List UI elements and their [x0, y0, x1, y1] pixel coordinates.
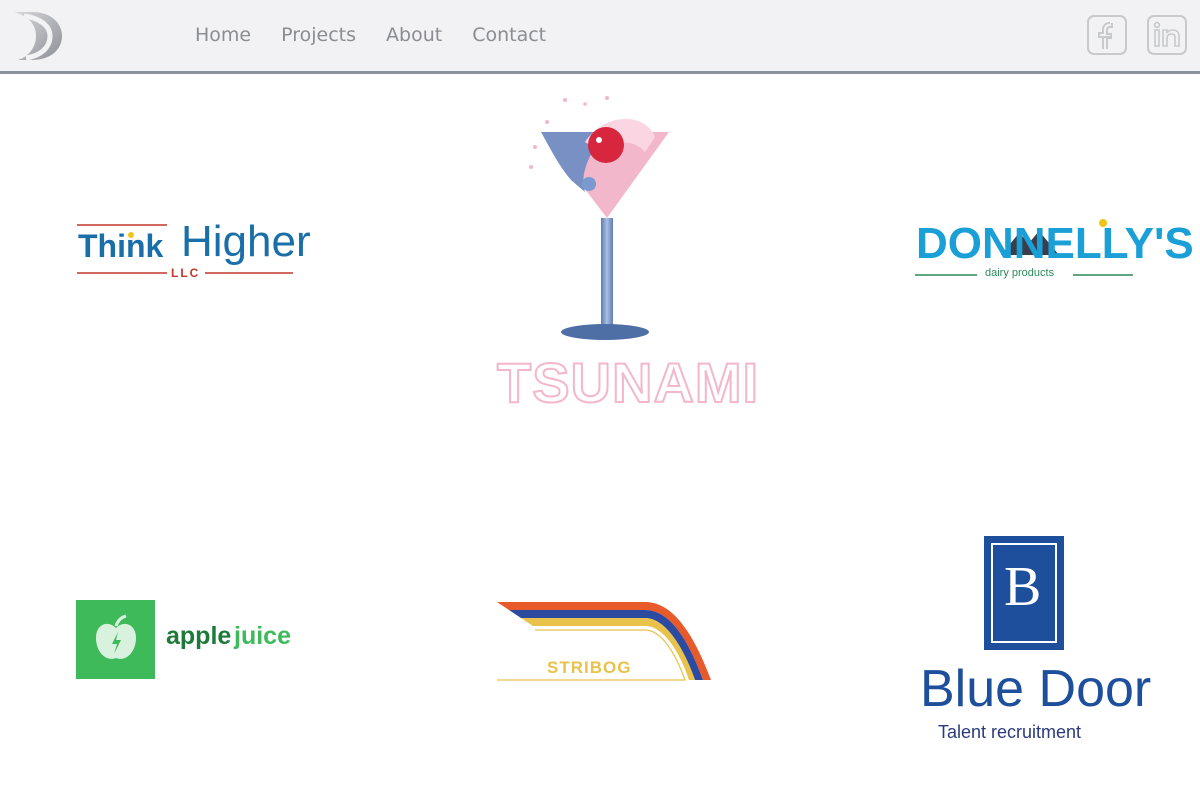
apple-bolt-icon [76, 600, 155, 679]
site-logo[interactable] [10, 8, 66, 64]
stribog-text: STRIBOG [547, 658, 632, 677]
nav-about[interactable]: About [386, 24, 442, 46]
linkedin-link[interactable] [1147, 15, 1187, 55]
apple-word: apple [166, 622, 232, 650]
bluedoor-logo-tile[interactable]: B Blue Door Talent recruitment [918, 535, 1151, 745]
donnellys-text: DONNELLY'S [916, 219, 1194, 268]
juice-word: juice [234, 622, 291, 650]
stribog-logo-tile[interactable]: STRIBOG [495, 598, 715, 688]
bluedoor-text: Blue Door [920, 660, 1152, 718]
facebook-icon [1098, 22, 1113, 49]
tsunami-text: TSUNAMI [496, 350, 760, 415]
linkedin-icon [1153, 21, 1180, 47]
dairy-products-text: dairy products [985, 267, 1055, 279]
higher-word: Higher [181, 217, 311, 266]
think-higher-logo-tile[interactable]: Think Higher LLC [75, 215, 311, 285]
nav-home[interactable]: Home [195, 24, 251, 46]
bluedoor-letter: B [1004, 556, 1042, 618]
nav-contact[interactable]: Contact [472, 24, 546, 46]
llc-text: LLC [171, 266, 201, 280]
site-header: Home Projects About Contact [0, 0, 1200, 74]
nav-projects[interactable]: Projects [281, 24, 356, 46]
stylized-d-logo-icon [14, 12, 62, 61]
tsunami-logo-tile[interactable]: TSUNAMI [495, 92, 759, 415]
talent-recruitment-text: Talent recruitment [938, 722, 1082, 742]
applejuice-logo-tile[interactable]: apple juice [76, 600, 298, 682]
facebook-link[interactable] [1087, 15, 1127, 55]
donnellys-logo-tile[interactable]: DONNELLY'S dairy products [913, 215, 1194, 285]
think-word: Think [78, 228, 164, 264]
main-nav: Home Projects About Contact [195, 24, 576, 46]
